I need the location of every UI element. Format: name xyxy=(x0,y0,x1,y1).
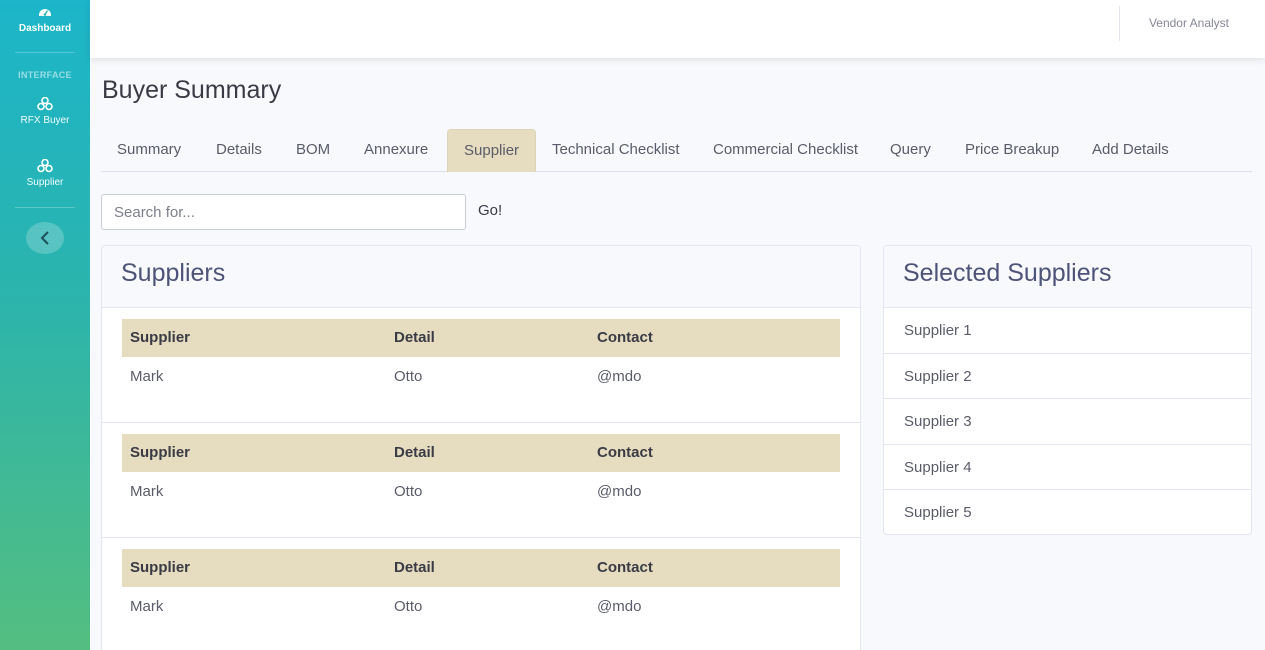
card-header: Suppliers xyxy=(102,246,860,308)
tab-query[interactable]: Query xyxy=(874,129,947,172)
search-input[interactable] xyxy=(101,194,466,230)
supplier-table: Supplier Detail Contact Mark Otto @mdo xyxy=(102,308,860,423)
list-item[interactable]: Supplier 1 xyxy=(884,308,1251,354)
tab-supplier[interactable]: Supplier xyxy=(447,129,537,172)
table-header: Supplier Detail Contact xyxy=(122,434,840,472)
tab-bar: Summary Details BOM Annexure Supplier Te… xyxy=(101,129,1252,172)
tab-details[interactable]: Details xyxy=(200,129,278,172)
sidebar-divider xyxy=(15,207,75,208)
sidebar-divider xyxy=(15,52,75,53)
page-title: Buyer Summary xyxy=(102,76,282,104)
sidebar-heading: INTERFACE xyxy=(18,70,72,80)
card-title: Suppliers xyxy=(121,259,226,287)
cell-detail: Otto xyxy=(394,368,423,385)
cell-supplier: Mark xyxy=(130,368,164,385)
column-header-supplier: Supplier xyxy=(130,329,191,346)
column-header-supplier: Supplier xyxy=(130,444,191,461)
chevron-left-icon xyxy=(40,231,49,245)
cubes-icon xyxy=(37,159,53,173)
tab-commercial-checklist[interactable]: Commercial Checklist xyxy=(697,129,874,172)
column-header-detail: Detail xyxy=(394,329,435,346)
list-item[interactable]: Supplier 4 xyxy=(884,445,1251,490)
sidebar-item-label: Supplier xyxy=(26,177,64,188)
list-item[interactable]: Supplier 3 xyxy=(884,399,1251,445)
cell-supplier: Mark xyxy=(130,598,164,615)
topbar-divider xyxy=(1119,6,1120,41)
column-header-detail: Detail xyxy=(394,559,435,576)
sidebar-item-rfx-buyer[interactable]: RFX Buyer xyxy=(0,97,90,126)
column-header-supplier: Supplier xyxy=(130,559,191,576)
card-header: Selected Suppliers xyxy=(884,246,1251,308)
user-menu[interactable]: Vendor Analyst xyxy=(1149,16,1229,30)
cell-contact: @mdo xyxy=(597,598,642,615)
column-header-contact: Contact xyxy=(597,329,653,346)
sidebar-item-label: Dashboard xyxy=(18,23,72,34)
cell-contact: @mdo xyxy=(597,368,642,385)
card-title: Selected Suppliers xyxy=(903,259,1112,287)
sidebar-item-label: RFX Buyer xyxy=(20,115,70,126)
column-header-contact: Contact xyxy=(597,444,653,461)
selected-suppliers-card: Selected Suppliers Supplier 1 Supplier 2… xyxy=(883,245,1252,535)
tab-summary[interactable]: Summary xyxy=(101,129,197,172)
tab-add-details[interactable]: Add Details xyxy=(1076,129,1185,172)
table-header: Supplier Detail Contact xyxy=(122,319,840,357)
column-header-detail: Detail xyxy=(394,444,435,461)
sidebar-item-dashboard[interactable]: Dashboard xyxy=(0,5,90,34)
topbar: Vendor Analyst xyxy=(90,0,1265,58)
cell-contact: @mdo xyxy=(597,483,642,500)
list-item[interactable]: Supplier 2 xyxy=(884,354,1251,399)
tab-price-breakup[interactable]: Price Breakup xyxy=(949,129,1075,172)
supplier-table: Supplier Detail Contact Mark Otto @mdo xyxy=(102,423,860,538)
tab-annexure[interactable]: Annexure xyxy=(348,129,444,172)
go-button[interactable]: Go! xyxy=(478,202,502,219)
table-header: Supplier Detail Contact xyxy=(122,549,840,587)
cell-detail: Otto xyxy=(394,598,423,615)
tab-bom[interactable]: BOM xyxy=(280,129,346,172)
suppliers-card: Suppliers Supplier Detail Contact Mark O… xyxy=(101,245,861,650)
cell-detail: Otto xyxy=(394,483,423,500)
tachometer-icon xyxy=(39,9,51,16)
column-header-contact: Contact xyxy=(597,559,653,576)
supplier-table: Supplier Detail Contact Mark Otto @mdo xyxy=(102,538,860,650)
list-item[interactable]: Supplier 5 xyxy=(884,490,1251,534)
tab-technical-checklist[interactable]: Technical Checklist xyxy=(536,129,696,172)
cubes-icon xyxy=(37,97,53,111)
sidebar-toggle-button[interactable] xyxy=(26,222,64,254)
sidebar: Dashboard INTERFACE RFX Buyer Supplier xyxy=(0,0,90,650)
cell-supplier: Mark xyxy=(130,483,164,500)
sidebar-item-supplier[interactable]: Supplier xyxy=(0,159,90,188)
